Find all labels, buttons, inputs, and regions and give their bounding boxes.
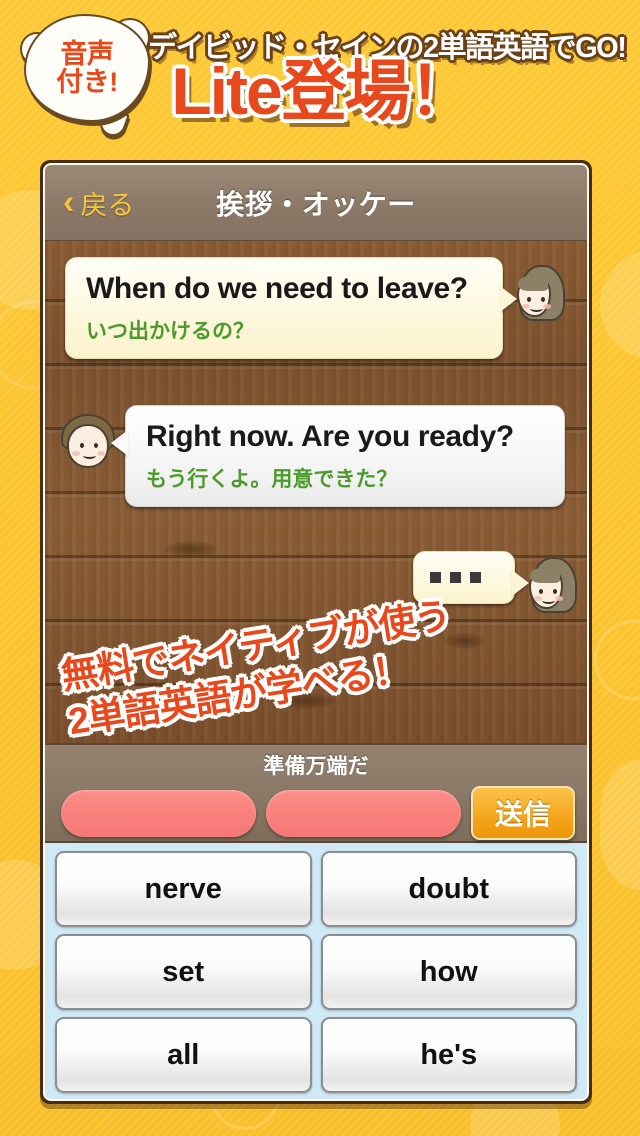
- wood-knot: [275, 693, 335, 709]
- word-button[interactable]: how: [320, 934, 577, 1010]
- badge-line-2: 付き!: [56, 67, 118, 97]
- answer-slot-2[interactable]: [266, 789, 461, 837]
- app-screen: ‹ 戻る 挨拶・オッケー When do we need to leave? い…: [43, 163, 589, 1101]
- chat-bubble-pending[interactable]: [413, 551, 529, 604]
- bangs-shape: [518, 275, 548, 291]
- phone-frame: ‹ 戻る 挨拶・オッケー When do we need to leave? い…: [40, 160, 592, 1104]
- wood-knot: [445, 633, 485, 649]
- cheek-blush: [543, 304, 551, 309]
- chat-message[interactable]: When do we need to leave? いつ出かけるの？: [65, 257, 571, 359]
- word-button[interactable]: set: [55, 934, 312, 1010]
- face-shape: [517, 275, 551, 317]
- back-button[interactable]: ‹ 戻る: [63, 183, 134, 222]
- promo-page: 音声 付き! デイビッド・セインの2単語英語でGO! Lite登場！ ‹ 戻る …: [0, 0, 640, 1136]
- bangs-shape: [530, 567, 560, 583]
- avatar-girl: [513, 263, 571, 325]
- bubble-english: When do we need to leave?: [86, 272, 468, 305]
- bubble-japanese: いつ出かけるの？: [86, 319, 254, 343]
- wood-knot: [165, 541, 217, 557]
- hint-label: 準備万端だ: [263, 755, 369, 778]
- promo-overlay-text: 無料でネイティブが使う 2単語英語が学べる！: [58, 592, 461, 743]
- avatar-girl: [525, 555, 583, 617]
- word-button[interactable]: all: [55, 1017, 312, 1093]
- promo-subtitle: Lite登場！: [171, 54, 474, 128]
- avatar-boy: [59, 411, 117, 473]
- eye-icon: [553, 589, 557, 594]
- eye-icon: [94, 443, 98, 448]
- face-shape: [529, 567, 563, 609]
- navigation-bar: ‹ 戻る 挨拶・オッケー: [45, 165, 587, 241]
- answer-slot-1[interactable]: [61, 789, 256, 837]
- bubble-english: Right now. Are you ready?: [146, 420, 514, 453]
- mouth-icon: [542, 597, 555, 604]
- typing-dots-icon: [428, 568, 500, 587]
- cheek-blush: [555, 596, 563, 601]
- overlay-line-2: 2単語英語が学べる！: [65, 647, 412, 742]
- mouth-icon: [530, 305, 543, 312]
- chat-message[interactable]: Right now. Are you ready? もう行くよ。用意できた？: [59, 405, 575, 507]
- mouth-icon: [83, 452, 96, 459]
- chat-message[interactable]: [413, 551, 583, 617]
- badge-line-1: 音声: [60, 38, 115, 69]
- face-shape: [67, 424, 109, 468]
- watermark-blob: [600, 760, 640, 890]
- bubble-japanese: もう行くよ。用意できた？: [146, 467, 398, 491]
- back-button-label: 戻る: [80, 190, 135, 220]
- answer-slots: 送信: [45, 780, 587, 840]
- eye-icon: [80, 443, 84, 448]
- chat-area: When do we need to leave? いつ出かけるの？ Right…: [45, 241, 587, 743]
- cheek-blush: [72, 451, 80, 456]
- eye-icon: [539, 589, 543, 594]
- cheek-blush: [97, 451, 105, 456]
- cheek-blush: [522, 304, 530, 309]
- badge-text: 音声 付き!: [24, 14, 150, 122]
- chat-bubble[interactable]: When do we need to leave? いつ出かけるの？: [65, 257, 517, 359]
- eye-icon: [541, 297, 545, 302]
- overlay-line-1: 無料でネイティブが使う: [58, 594, 454, 697]
- chat-bubble[interactable]: Right now. Are you ready? もう行くよ。用意できた？: [111, 405, 565, 507]
- word-button[interactable]: doubt: [320, 851, 577, 927]
- word-button[interactable]: he's: [320, 1017, 577, 1093]
- answer-bar: 準備万端だ 送信: [45, 743, 587, 843]
- promo-header: 音声 付き! デイビッド・セインの2単語英語でGO! Lite登場！: [0, 0, 640, 160]
- word-button[interactable]: nerve: [55, 851, 312, 927]
- send-button[interactable]: 送信: [471, 786, 575, 840]
- chevron-left-icon: ‹: [63, 183, 75, 222]
- eye-icon: [527, 297, 531, 302]
- watermark-blob: [600, 250, 640, 360]
- word-choice-grid: nerve doubt set how all he's: [45, 843, 587, 1099]
- watermark-ring: [594, 620, 640, 700]
- audio-included-badge: 音声 付き!: [20, 14, 150, 140]
- cheek-blush: [534, 596, 542, 601]
- bubble-tail: [111, 430, 128, 456]
